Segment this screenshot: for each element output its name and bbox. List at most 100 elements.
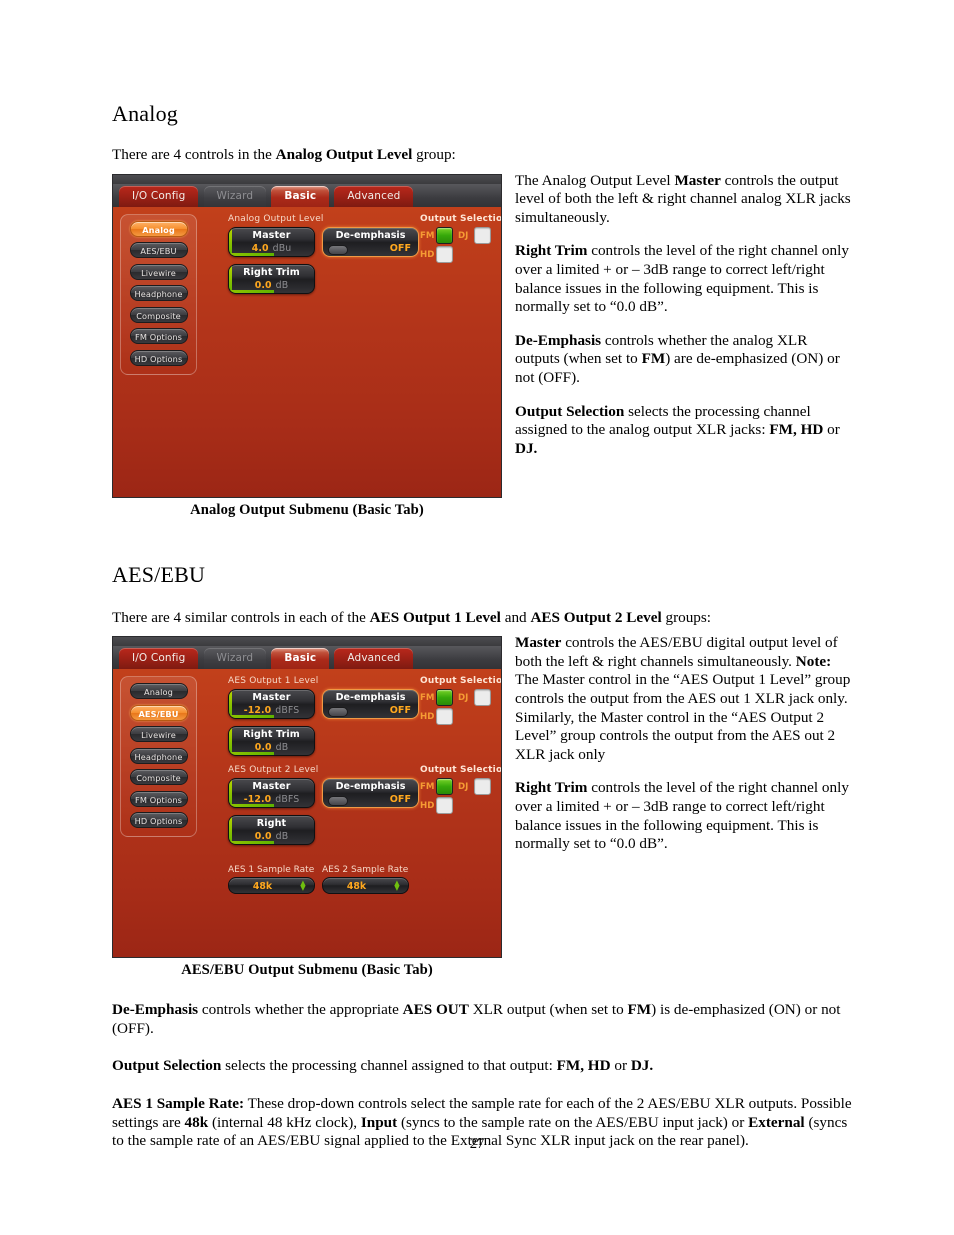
aes-p3-t1: controls whether the appropriate (198, 1001, 403, 1019)
aes2-master-control[interactable]: Master -12.0 dBFS (228, 778, 315, 809)
analog-figure: I/O Config Wizard Basic Advanced Analog … (112, 172, 852, 519)
sidebar-item-aes-ebu[interactable]: AES/EBU (129, 704, 188, 721)
analog-master-control[interactable]: Master 4.0 dBu (228, 226, 315, 257)
sidebar-item-hd-options[interactable]: HD Options (129, 349, 188, 366)
analog-p4-t2: or (823, 421, 840, 439)
analog-intro-text-1: There are 4 controls in the (112, 146, 276, 163)
sidebar-item-livewire[interactable]: Livewire (129, 726, 188, 743)
aes-section-heading: AES/EBU (112, 561, 206, 587)
analog-deemphasis-label: De-emphasis (335, 229, 406, 241)
aes-p4-t2: or (610, 1057, 631, 1075)
aes-p4-b2: FM, HD (556, 1057, 611, 1075)
tab-bar-aes: I/O Config Wizard Basic Advanced (113, 646, 501, 670)
sidebar-item-headphone[interactable]: Headphone (129, 747, 188, 764)
aes-p4-t1: selects the processing channel assigned … (221, 1057, 557, 1075)
page-content: Analog There are 4 controls in the Analo… (112, 100, 852, 1151)
aes-output-1-level-label: AES Output 1 Level (228, 676, 319, 687)
aes-p1-b1: Master (515, 634, 562, 652)
tab-wizard[interactable]: Wizard (203, 185, 267, 207)
aes1-hd-checkbox[interactable] (436, 708, 453, 726)
aes-intro-paragraph: There are 4 similar controls in each of … (112, 609, 852, 628)
aes-sidebar: Analog AES/EBU Livewire Headphone Compos… (120, 676, 197, 838)
aes2-deemphasis-toggle[interactable]: De-emphasis OFF (322, 778, 419, 809)
aes-figure-caption: AES/EBU Output Submenu (Basic Tab) (181, 962, 433, 979)
tab-io-config[interactable]: I/O Config (119, 185, 199, 207)
aes2-output-selection: Output Selection FM DJ HD (420, 765, 501, 815)
aes2-right-number: 0.0 (254, 831, 272, 843)
aes-figure: I/O Config Wizard Basic Advanced Analog … (112, 634, 855, 979)
analog-deemphasis-toggle[interactable]: De-emphasis OFF (322, 226, 419, 257)
aes-p1-t1: controls the AES/EBU digital output leve… (515, 634, 838, 670)
aes2-sample-rate-dropdown[interactable]: 48k ▲ ▼ (322, 877, 409, 895)
sidebar-item-composite[interactable]: Composite (129, 306, 188, 323)
analog-intro-text-2: group: (412, 146, 456, 163)
aes2-right-control[interactable]: Right 0.0 dB (228, 815, 315, 846)
sidebar-item-composite[interactable]: Composite (129, 769, 188, 786)
sidebar-item-analog[interactable]: Analog (129, 683, 188, 700)
aes1-right-trim-number: 0.0 (254, 742, 272, 754)
device-ui-aes[interactable]: I/O Config Wizard Basic Advanced Analog … (112, 636, 502, 959)
analog-output-selection-title: Output Selection (420, 213, 502, 224)
aes1-hd-label: HD (420, 712, 435, 723)
analog-p4-b2: FM, HD (769, 421, 824, 439)
sidebar-item-aes-ebu[interactable]: AES/EBU (129, 242, 188, 259)
aes1-right-trim-label: Right Trim (243, 729, 300, 741)
aes-p4-b3: DJ. (630, 1057, 654, 1075)
tab-io-config[interactable]: I/O Config (119, 648, 199, 670)
stepper-arrows-icon[interactable]: ▲ ▼ (393, 879, 401, 893)
aes1-output-selection-title: Output Selection (420, 676, 502, 687)
aes-output-selection-paragraph: Output Selection selects the processing … (112, 1057, 852, 1076)
aes2-dj-label: DJ (458, 782, 469, 793)
aes2-dj-checkbox[interactable] (474, 778, 491, 796)
sidebar-item-fm-options[interactable]: FM Options (129, 790, 188, 807)
aes-intro-b1: AES Output 1 Level (369, 608, 501, 626)
sidebar-item-hd-options[interactable]: HD Options (129, 812, 188, 829)
ui-titlebar (113, 637, 501, 647)
device-ui-analog[interactable]: I/O Config Wizard Basic Advanced Analog … (112, 173, 502, 498)
tab-wizard[interactable]: Wizard (203, 648, 267, 670)
stepper-arrows-icon[interactable]: ▲ ▼ (299, 879, 307, 893)
toggle-knob-icon[interactable] (328, 796, 348, 807)
aes1-right-trim-value: 0.0 dB (229, 742, 314, 753)
aes1-deemphasis-label: De-emphasis (335, 692, 406, 704)
analog-right-trim-unit: dB (275, 279, 289, 291)
aes-intro-t3: groups: (661, 608, 712, 626)
ui-titlebar (113, 174, 501, 184)
tab-bar-analog: I/O Config Wizard Basic Advanced (113, 183, 501, 207)
sidebar-item-livewire[interactable]: Livewire (129, 263, 188, 280)
analog-figure-caption: Analog Output Submenu (Basic Tab) (190, 501, 424, 518)
sidebar-item-analog[interactable]: Analog (129, 220, 188, 237)
analog-p3-b2: FM (641, 350, 666, 368)
analog-fm-checkbox[interactable] (436, 226, 453, 244)
aes2-deemphasis-value: OFF (389, 794, 411, 806)
tab-advanced[interactable]: Advanced (334, 648, 414, 670)
analog-p1-b1: Master (674, 171, 721, 189)
aes1-right-trim-control[interactable]: Right Trim 0.0 dB (228, 726, 315, 757)
analog-master-label: Master (252, 229, 291, 241)
aes2-right-unit: dB (275, 831, 289, 843)
tab-basic[interactable]: Basic (271, 185, 330, 207)
toggle-knob-icon[interactable] (328, 707, 348, 718)
aes1-dj-checkbox[interactable] (474, 689, 491, 707)
tab-basic[interactable]: Basic (271, 648, 330, 670)
aes2-hd-checkbox[interactable] (436, 797, 453, 815)
aes2-right-label: Right (256, 818, 287, 830)
aes1-master-control[interactable]: Master -12.0 dBFS (228, 689, 315, 720)
aes1-fm-checkbox[interactable] (436, 689, 453, 707)
sidebar-item-fm-options[interactable]: FM Options (129, 328, 188, 345)
aes1-sample-rate-dropdown[interactable]: 48k ▲ ▼ (228, 877, 315, 895)
aes-intro-t1: There are 4 similar controls in each of … (112, 608, 370, 626)
tab-advanced[interactable]: Advanced (334, 185, 414, 207)
aes-p5-b3: Input (360, 1113, 398, 1131)
aes-right-trim-paragraph: Right Trim controls the level of the rig… (515, 779, 855, 853)
aes-p4-b1: Output Selection (112, 1057, 222, 1075)
analog-right-trim-control[interactable]: Right Trim 0.0 dB (228, 263, 315, 294)
analog-dj-checkbox[interactable] (474, 226, 491, 244)
toggle-knob-icon[interactable] (328, 244, 348, 255)
analog-hd-checkbox[interactable] (436, 245, 453, 263)
analog-right-column-text: The Analog Output Level Master controls … (515, 172, 852, 459)
aes-right-column-text: Master controls the AES/EBU digital outp… (515, 634, 855, 854)
aes1-deemphasis-toggle[interactable]: De-emphasis OFF (322, 689, 419, 720)
sidebar-item-headphone[interactable]: Headphone (129, 285, 188, 302)
aes2-fm-checkbox[interactable] (436, 778, 453, 796)
